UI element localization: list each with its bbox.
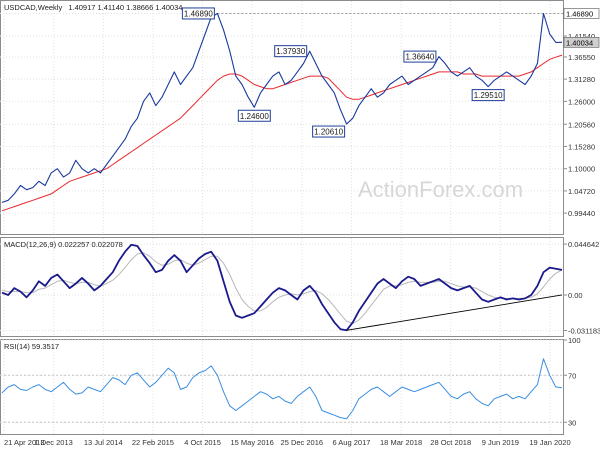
price-tag-label: 1.46890	[566, 9, 593, 18]
x-tick-label: 15 May 2016	[230, 438, 273, 447]
x-tick-label: 13 Jul 2014	[84, 438, 123, 447]
swing-annotation: 1.24600	[237, 109, 271, 122]
rsi-panel	[0, 339, 564, 435]
y-tick-label: 1.31280	[568, 75, 595, 84]
price-tag-label: 1.40034	[566, 38, 593, 47]
x-tick-label: 18 Mar 2018	[380, 438, 422, 447]
price-tags: 1.46890 1.40034	[563, 8, 600, 48]
y-tick-label: 0.99440	[568, 209, 595, 218]
x-tick-label: 22 Feb 2015	[132, 438, 174, 447]
price-panel-header: USDCAD,Weekly 1.40917 1.41140 1.38666 1.…	[4, 3, 182, 12]
y-tick-label: 1.10000	[568, 165, 595, 174]
x-tick-label: 4 Oct 2015	[184, 438, 221, 447]
swing-annotation: 1.36640	[403, 50, 437, 63]
watermark: ActionForex.com	[358, 177, 523, 202]
y-tick-label: 1.36550	[568, 53, 595, 62]
y-tick-label: 1.04720	[568, 187, 595, 196]
y-tick-label: 0.044642	[568, 240, 599, 249]
rsi-y-axis: 100 70 30	[563, 336, 581, 427]
y-tick-label: 100	[568, 336, 581, 345]
x-axis: 21 Apr 20131 Dec 2013 13 Jul 2014 22 Feb 2…	[4, 438, 571, 447]
x-tick-label: 28 Oct 2018	[430, 438, 471, 447]
x-tick-label: 6 Aug 2017	[332, 438, 370, 447]
price-tag: 1.46890	[563, 8, 600, 19]
x-tick-label: 1 Dec 2013	[34, 438, 72, 447]
swing-annotation: 1.46890	[181, 7, 215, 20]
x-tick-label: 25 Dec 2016	[281, 438, 324, 447]
x-tick-label: 19 Jan 2020	[529, 438, 570, 447]
y-tick-label: 0.00	[568, 291, 583, 300]
swing-annotation-label: 1.46890	[184, 9, 213, 18]
y-tick-label: 1.26000	[568, 97, 595, 106]
swing-annotation-label: 1.29510	[474, 91, 503, 100]
y-tick-label: 70	[568, 371, 576, 380]
swing-annotation: 1.20610	[312, 125, 346, 138]
macd-panel-header: MACD(12,26,9) 0.022257 0.022078	[4, 240, 123, 249]
rsi-panel-header: RSI(14) 59.3517	[4, 342, 59, 351]
swing-annotation: 1.29510	[471, 89, 505, 102]
y-tick-label: 1.20560	[568, 120, 595, 129]
chart-canvas: ActionForex.com 1.46890 1.24600 1.37930 1.2…	[0, 0, 600, 447]
swing-annotation-label: 1.36640	[405, 53, 434, 62]
macd-y-axis: 0.044642 0.00 -0.031183	[563, 240, 600, 336]
y-tick-label: 1.15280	[568, 142, 595, 151]
y-tick-label: -0.031183	[568, 327, 600, 336]
swing-annotation-label: 1.37930	[276, 47, 305, 56]
swing-annotation-label: 1.24600	[240, 112, 269, 121]
swing-annotation-label: 1.20610	[314, 128, 343, 137]
macd-panel	[0, 237, 564, 337]
y-tick-label: 30	[568, 418, 576, 427]
symbol-title: USDCAD,Weekly	[4, 3, 62, 12]
swing-annotation: 1.37930	[274, 45, 308, 58]
price-tag: 1.40034	[563, 37, 600, 48]
x-tick-label: 9 Jun 2019	[482, 438, 519, 447]
ohlc-readout: 1.40917 1.41140 1.38666 1.40034	[68, 3, 182, 12]
